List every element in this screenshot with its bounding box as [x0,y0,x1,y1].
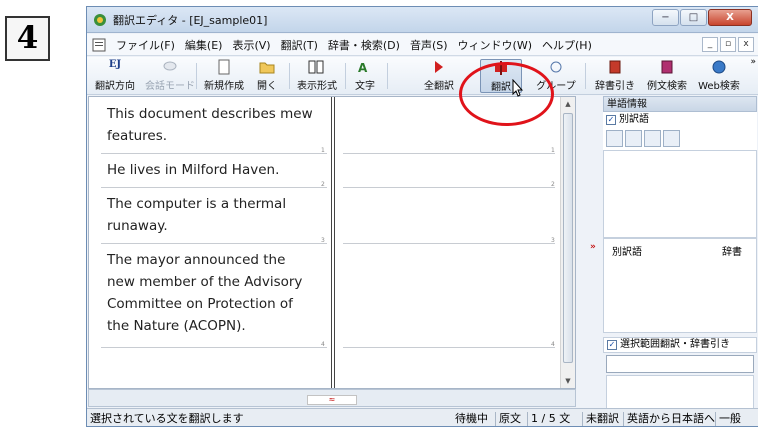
word-info-tools [603,128,757,150]
split-view-icon [308,60,324,74]
word-info-header: 単語情報 [603,96,757,112]
new-document-button[interactable]: 新規作成 [200,59,248,93]
menu-window[interactable]: ウィンドウ(W) [453,37,537,53]
checkbox-icon[interactable]: ✓ [607,340,617,350]
scroll-thumb[interactable] [563,113,573,363]
display-format-button[interactable]: 表示形式 [293,59,341,93]
menu-file[interactable]: ファイル(F) [111,37,180,53]
lookup-icon[interactable] [625,130,642,147]
sentence-divider [101,153,327,154]
dictionary-icon [609,60,621,74]
mdi-minimize-button[interactable]: _ [702,37,718,52]
scroll-up-icon[interactable]: ▲ [561,97,575,111]
globe-icon [712,60,726,74]
sentence-divider [101,243,327,244]
source-sentence-1[interactable]: This document describes mew features. [107,103,313,147]
sentence-number: 1 [321,147,325,154]
sentence-number: 2 [321,181,325,188]
dictionary-lookup-button[interactable]: 辞書引き [591,59,639,93]
status-source: 原文 [499,412,521,425]
scroll-down-icon[interactable]: ▼ [561,374,575,388]
bottom-pane-bar: ≈ [88,389,576,407]
translate-all-icon [435,61,443,73]
tree-view-icon[interactable] [606,130,623,147]
target-sentence-number: 2 [551,181,555,188]
menu-speech[interactable]: 音声(S) [405,37,453,53]
word-info-body [603,150,757,238]
status-hint: 選択されている文を翻訳します [90,412,244,425]
menu-translate[interactable]: 翻訳(T) [276,37,323,53]
status-domain: 一般 [719,412,741,425]
source-pane[interactable]: This document describes mew features. 1 … [89,97,331,388]
editor-area: This document describes mew features. 1 … [88,96,576,389]
sentence-number: 3 [321,237,325,244]
maximize-button[interactable]: □ [680,9,707,26]
menu-help[interactable]: ヘルプ(H) [537,37,597,53]
alt-word-columns: 別訳語 辞書 [604,239,756,260]
step-number-badge: 4 [5,16,50,61]
speech-bubble-icon [163,61,177,71]
new-file-icon [218,59,230,75]
conversation-mode-button[interactable]: 会話モード [145,59,195,93]
selection-lookup-input[interactable] [606,355,754,373]
alt-word-list: 別訳語 辞書 [603,238,757,333]
checkbox-icon[interactable]: ✓ [606,115,616,125]
status-position: 1 / 5 文 [531,412,571,425]
side-panel: 単語情報 ✓ 別訳語 別訳語 辞書 ✓ 選択範囲翻訳・辞書引き [603,96,757,426]
sentence-number: 4 [321,341,325,348]
menu-edit[interactable]: 編集(E) [180,37,228,53]
mdi-restore-button[interactable]: ▫ [720,37,736,52]
example-book-icon [661,60,673,74]
sentence-divider [101,187,327,188]
vertical-scrollbar[interactable]: ▲ ▼ [560,97,575,388]
ej-direction-icon: EJ [108,59,122,70]
sentence-divider [101,347,327,348]
target-sentence-number: 3 [551,237,555,244]
minimize-button[interactable]: − [652,9,679,26]
copy-icon[interactable] [663,130,680,147]
status-bar: 選択されている文を翻訳します 待機中 原文 1 / 5 文 未翻訳 英語から日本… [87,408,758,426]
source-sentence-3[interactable]: The computer is a thermal runaway. [107,193,286,237]
status-direction: 英語から日本語へ [627,412,715,425]
window-title: 翻訳エディタ - [EJ_sample01] [113,14,268,27]
font-button[interactable]: A 文字 [350,59,380,93]
translation-editor-window: 翻訳エディタ - [EJ_sample01] − □ X ファイル(F) 編集(… [86,6,758,427]
dictionary-small-icon[interactable] [644,130,661,147]
selection-lookup-checkbox-row[interactable]: ✓ 選択範囲翻訳・辞書引き [603,337,757,353]
toolbar: EJ 翻訳方向 会話モード 新規作成 開く 表示形式 A 文字 全翻訳 翻訳 グ… [87,57,758,95]
target-sentence-number: 1 [551,147,555,154]
example-search-button[interactable]: 例文検索 [643,59,691,93]
status-untranslated: 未翻訳 [586,412,619,425]
target-sentence-number: 4 [551,341,555,348]
source-sentence-2[interactable]: He lives in Milford Haven. [107,159,279,181]
font-icon: A [358,61,368,75]
folder-icon [259,62,275,74]
svg-text:A: A [358,61,368,75]
menu-view[interactable]: 表示(V) [227,37,275,53]
title-bar[interactable]: 翻訳エディタ - [EJ_sample01] − □ X [87,7,758,33]
app-logo-icon [94,14,106,26]
group-icon [550,61,562,73]
menu-bar: ファイル(F) 編集(E) 表示(V) 翻訳(T) 辞書・検索(D) 音声(S)… [87,34,758,56]
menu-dictionary[interactable]: 辞書・検索(D) [323,37,405,53]
web-search-button[interactable]: Web検索 [695,59,743,93]
alt-word-checkbox-row[interactable]: ✓ 別訳語 [603,112,757,128]
open-button[interactable]: 開く [252,59,282,93]
translate-all-button[interactable]: 全翻訳 [417,59,461,93]
status-state: 待機中 [455,412,488,425]
translation-direction-button[interactable]: EJ 翻訳方向 [89,59,141,93]
document-icon [92,38,106,51]
mdi-close-button[interactable]: x [738,37,754,52]
collapse-pane-button[interactable]: ≈ [307,395,357,405]
source-sentence-4[interactable]: The mayor announced the new member of th… [107,249,302,337]
side-panel-toggle-icon[interactable]: » [590,242,596,252]
close-button[interactable]: X [708,9,752,26]
highlight-ring [459,62,554,126]
toolbar-overflow-button[interactable]: » [750,57,756,67]
target-pane[interactable]: 1 2 3 4 [335,97,562,388]
